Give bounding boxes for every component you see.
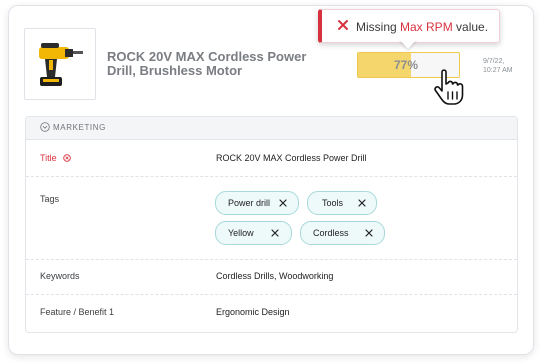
time-text: 10:27 AM <box>483 67 513 74</box>
completeness-value: 77% <box>394 58 419 72</box>
marketing-section: MARKETING Title ROCK 20V MAX Cordless Po… <box>25 116 518 333</box>
error-toast: Missing Max RPM value. <box>318 9 500 43</box>
close-icon[interactable] <box>364 228 374 238</box>
field-label-tags: Tags <box>40 194 60 204</box>
tag-label: Yellow <box>228 228 254 238</box>
field-label-title: Title <box>40 153 71 163</box>
tag-label: Power drill <box>228 198 271 208</box>
field-value-keywords[interactable]: Cordless Drills, Woodworking <box>216 271 333 281</box>
tag-label: Tools <box>322 198 344 208</box>
tag-chip[interactable]: Yellow <box>215 221 292 245</box>
drill-image <box>39 43 83 86</box>
product-title[interactable]: ROCK 20V MAX Cordless Power Drill, Brush… <box>107 50 307 78</box>
section-header[interactable]: MARKETING <box>26 117 517 140</box>
product-thumbnail[interactable] <box>24 28 96 100</box>
toast-prefix: Missing <box>356 20 401 34</box>
tag-chip[interactable]: Cordless <box>300 221 385 245</box>
field-row-keywords: Keywords Cordless Drills, Woodworking <box>26 260 517 295</box>
field-label-feature: Feature / Benefit 1 <box>40 307 115 317</box>
field-row-feature: Feature / Benefit 1 Ergonomic Design <box>26 295 517 331</box>
alert-circle-icon <box>62 154 71 162</box>
toast-message: Missing Max RPM value. <box>356 20 488 34</box>
tag-chip[interactable]: Power drill <box>215 191 299 215</box>
tag-label: Cordless <box>313 228 349 238</box>
toast-field: Max RPM <box>400 20 453 34</box>
toast-pointer <box>399 39 417 49</box>
close-icon[interactable] <box>270 228 280 238</box>
toast-suffix: value. <box>452 20 489 34</box>
tag-chip[interactable]: Tools <box>307 191 377 215</box>
field-row-tags: Tags Power drill Tools Yellow Cordless <box>26 177 517 260</box>
section-label: MARKETING <box>53 123 106 132</box>
hand-pointer-icon <box>434 69 464 105</box>
field-row-title: Title ROCK 20V MAX Cordless Power Drill <box>26 140 517 177</box>
close-icon[interactable] <box>336 18 350 32</box>
close-icon[interactable] <box>357 198 367 208</box>
field-value-title[interactable]: ROCK 20V MAX Cordless Power Drill <box>216 153 367 163</box>
close-icon[interactable] <box>278 198 288 208</box>
timestamp: 9/7/22, 10:27 AM <box>483 57 513 75</box>
field-label-keywords: Keywords <box>40 271 80 281</box>
field-value-feature[interactable]: Ergonomic Design <box>216 307 290 317</box>
title-label-text: Title <box>40 153 57 163</box>
date-text: 9/7/22, <box>483 58 505 65</box>
chevron-down-icon[interactable] <box>40 122 50 132</box>
